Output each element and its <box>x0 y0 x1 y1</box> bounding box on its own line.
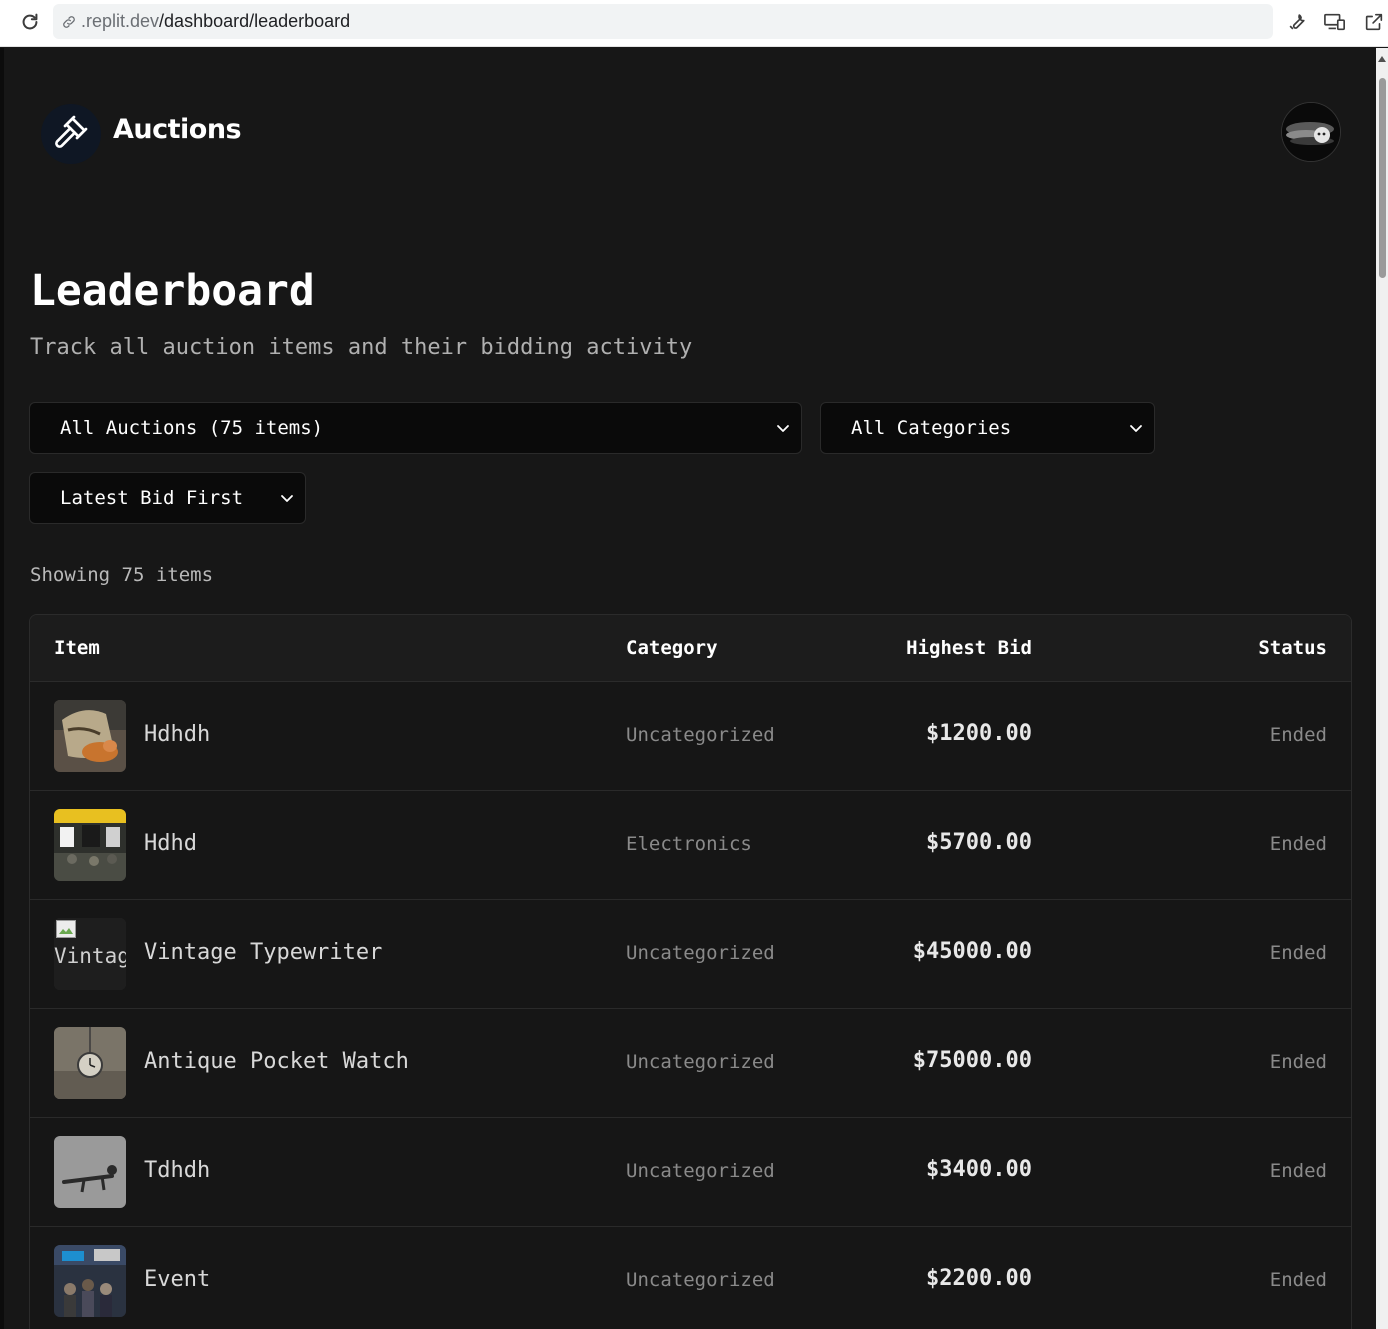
item-thumbnail <box>54 1245 126 1317</box>
item-highest-bid: $45000.00 <box>912 939 1032 964</box>
auction-filter-select[interactable]: All Auctions (75 items) <box>29 402 802 454</box>
link-icon <box>59 12 79 32</box>
auction-filter-value: All Auctions (75 items) <box>60 417 324 439</box>
header-category: Category <box>626 637 718 659</box>
chevron-down-icon <box>281 495 293 502</box>
item-name: Event <box>144 1267 211 1292</box>
table-row[interactable]: Event Uncategorized $2200.00 Ended <box>30 1227 1351 1329</box>
scrollbar[interactable] <box>1376 48 1388 1329</box>
sort-select[interactable]: Latest Bid First <box>29 472 306 524</box>
left-edge <box>0 48 4 1329</box>
item-status: Ended <box>1269 942 1327 964</box>
table-row[interactable]: Hdhdh Uncategorized $1200.00 Ended <box>30 682 1351 791</box>
item-thumbnail: Vintage <box>54 918 126 990</box>
url-host: .replit.dev <box>81 11 160 31</box>
table-row[interactable]: Tdhdh Uncategorized $3400.00 Ended <box>30 1118 1351 1227</box>
table-header: Item Category Highest Bid Status <box>30 615 1351 682</box>
reload-icon[interactable] <box>17 9 43 35</box>
item-highest-bid: $2200.00 <box>926 1266 1032 1291</box>
page-content: Auctions Leaderboard Track all auction i… <box>0 48 1376 1329</box>
item-category: Uncategorized <box>626 942 775 964</box>
item-name: Hdhdh <box>144 722 211 747</box>
open-external-icon[interactable] <box>1362 10 1386 34</box>
scrollbar-thumb[interactable] <box>1379 78 1386 278</box>
item-category: Electronics <box>626 833 752 855</box>
item-status: Ended <box>1269 724 1327 746</box>
wrench-icon[interactable] <box>1285 10 1309 34</box>
browser-toolbar: .replit.dev/dashboard/leaderboard <box>0 0 1388 47</box>
item-thumbnail <box>54 700 126 772</box>
address-bar[interactable]: .replit.dev/dashboard/leaderboard <box>53 4 1273 39</box>
header-item: Item <box>54 637 100 659</box>
category-filter-value: All Categories <box>851 417 1012 439</box>
item-category: Uncategorized <box>626 1269 775 1291</box>
item-highest-bid: $1200.00 <box>926 721 1032 746</box>
gavel-icon <box>53 114 89 154</box>
avatar[interactable] <box>1281 102 1341 162</box>
url-path: /dashboard/leaderboard <box>159 11 351 31</box>
brand-name[interactable]: Auctions <box>113 114 242 145</box>
item-category: Uncategorized <box>626 724 775 746</box>
leaderboard-table: Item Category Highest Bid Status Hdhdh U… <box>29 614 1352 1329</box>
logo[interactable] <box>41 104 101 164</box>
page-subtitle: Track all auction items and their biddin… <box>30 335 693 360</box>
item-thumbnail <box>54 1136 126 1208</box>
devices-icon[interactable] <box>1323 10 1347 34</box>
chevron-down-icon <box>1130 425 1142 432</box>
chevron-down-icon <box>777 425 789 432</box>
item-status: Ended <box>1269 1269 1327 1291</box>
item-highest-bid: $5700.00 <box>926 830 1032 855</box>
table-row[interactable]: Vintage Vintage Typewriter Uncategorized… <box>30 900 1351 1009</box>
item-name: Antique Pocket Watch <box>144 1049 409 1074</box>
item-thumbnail <box>54 1027 126 1099</box>
sort-value: Latest Bid First <box>60 487 244 509</box>
item-name: Vintage Typewriter <box>144 940 383 965</box>
header-highest-bid: Highest Bid <box>906 637 1032 659</box>
broken-image: Vintage <box>54 918 126 990</box>
items-count: Showing 75 items <box>30 564 214 586</box>
item-highest-bid: $75000.00 <box>912 1048 1032 1073</box>
item-status: Ended <box>1269 1051 1327 1073</box>
item-status: Ended <box>1269 1160 1327 1182</box>
item-thumbnail <box>54 809 126 881</box>
broken-image-icon <box>56 920 76 938</box>
table-row[interactable]: Hdhd Electronics $5700.00 Ended <box>30 791 1351 900</box>
item-category: Uncategorized <box>626 1051 775 1073</box>
header-status: Status <box>1258 637 1327 659</box>
category-filter-select[interactable]: All Categories <box>820 402 1155 454</box>
page-title: Leaderboard <box>30 266 315 316</box>
image-alt-text: Vintage <box>54 944 126 968</box>
item-name: Tdhdh <box>144 1158 211 1183</box>
table-row[interactable]: Antique Pocket Watch Uncategorized $7500… <box>30 1009 1351 1118</box>
scroll-up-icon[interactable] <box>1378 56 1386 62</box>
item-category: Uncategorized <box>626 1160 775 1182</box>
item-highest-bid: $3400.00 <box>926 1157 1032 1182</box>
item-name: Hdhd <box>144 831 197 856</box>
item-status: Ended <box>1269 833 1327 855</box>
